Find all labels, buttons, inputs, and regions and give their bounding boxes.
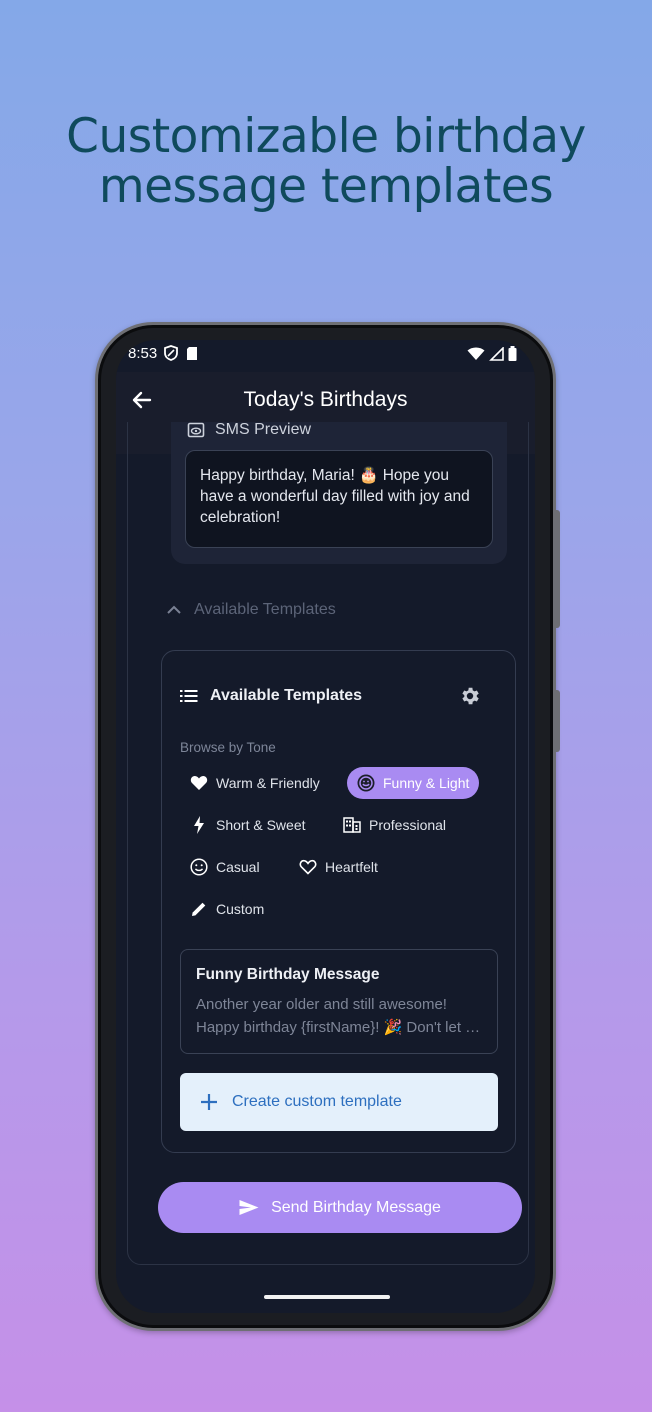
shield-icon (164, 345, 178, 361)
plus-icon (201, 1094, 217, 1110)
bolt-icon (190, 816, 208, 834)
status-bar: 8:53 (116, 340, 535, 372)
send-icon (239, 1200, 259, 1215)
tone-chip-custom[interactable]: Custom (180, 893, 274, 925)
chip-label: Casual (216, 859, 260, 875)
chip-label: Heartfelt (325, 859, 378, 875)
chevron-up-icon (167, 605, 181, 614)
power-button (555, 690, 560, 752)
smiley-icon (190, 858, 208, 876)
signal-icon (489, 346, 504, 361)
tone-chip-casual[interactable]: Casual (180, 851, 270, 883)
list-icon (180, 690, 198, 702)
template-body-line-1: Another year older and still awesome! (196, 996, 447, 1013)
chip-label: Funny & Light (383, 775, 470, 791)
sms-preview-card: SMS Preview Happy birthday, Maria! 🎂 Hop… (171, 422, 507, 564)
status-time: 8:53 (128, 345, 158, 362)
chip-label: Short & Sweet (216, 817, 306, 833)
template-title: Funny Birthday Message (196, 966, 380, 983)
page-title: Today's Birthdays (243, 388, 408, 411)
marketing-headline: Customizable birthday message templates (0, 112, 652, 212)
tone-chip-funny-light[interactable]: Funny & Light (347, 767, 480, 799)
create-custom-label: Create custom template (232, 1093, 402, 1110)
heart-filled-icon (190, 774, 208, 792)
heart-outline-icon (299, 858, 317, 876)
tone-chip-professional[interactable]: Professional (333, 809, 456, 841)
send-label: Send Birthday Message (271, 1198, 441, 1216)
tone-chip-short-sweet[interactable]: Short & Sweet (180, 809, 316, 841)
sms-preview-text: Happy birthday, Maria! 🎂 Hope you have a… (185, 450, 493, 548)
scroll-content[interactable]: SMS Preview Happy birthday, Maria! 🎂 Hop… (116, 422, 535, 1313)
phone-screen: 8:53 Today's Birthdays SMS Preview Happy… (116, 340, 535, 1313)
volume-button (555, 510, 560, 628)
templates-card: Available Templates Browse by Tone Warm … (161, 650, 516, 1153)
chip-label: Custom (216, 901, 265, 917)
emoji-icon (357, 774, 375, 792)
tone-chip-warm-friendly[interactable]: Warm & Friendly (180, 767, 330, 799)
template-item-funny[interactable]: Funny Birthday Message Another year olde… (180, 949, 498, 1054)
collapse-label: Available Templates (194, 601, 336, 618)
birthday-card: SMS Preview Happy birthday, Maria! 🎂 Hop… (127, 422, 529, 1265)
sms-preview-header: SMS Preview (215, 422, 312, 438)
send-birthday-message-button[interactable]: Send Birthday Message (158, 1182, 522, 1233)
battery-icon (508, 346, 517, 361)
headline-line-2: message templates (98, 159, 554, 214)
chip-label: Warm & Friendly (216, 775, 320, 791)
home-indicator[interactable] (264, 1295, 390, 1299)
chip-label: Professional (369, 817, 447, 833)
preview-icon (187, 422, 205, 438)
sd-card-icon (187, 346, 197, 360)
headline-line-1: Customizable birthday (66, 109, 586, 164)
wifi-icon (467, 347, 485, 360)
template-body-line-2: Happy birthday {firstName}! 🎉 Don't let … (196, 1019, 482, 1036)
phone-frame: 8:53 Today's Birthdays SMS Preview Happy… (95, 322, 560, 1331)
available-templates-toggle[interactable]: Available Templates (166, 601, 336, 619)
building-icon (343, 816, 361, 834)
create-custom-template-button[interactable]: Create custom template (180, 1073, 498, 1131)
templates-title: Available Templates (210, 687, 363, 704)
browse-by-tone-label: Browse by Tone (180, 740, 276, 755)
pencil-icon (190, 900, 208, 918)
tone-chip-heartfelt[interactable]: Heartfelt (289, 851, 388, 883)
gear-icon[interactable] (459, 685, 481, 707)
